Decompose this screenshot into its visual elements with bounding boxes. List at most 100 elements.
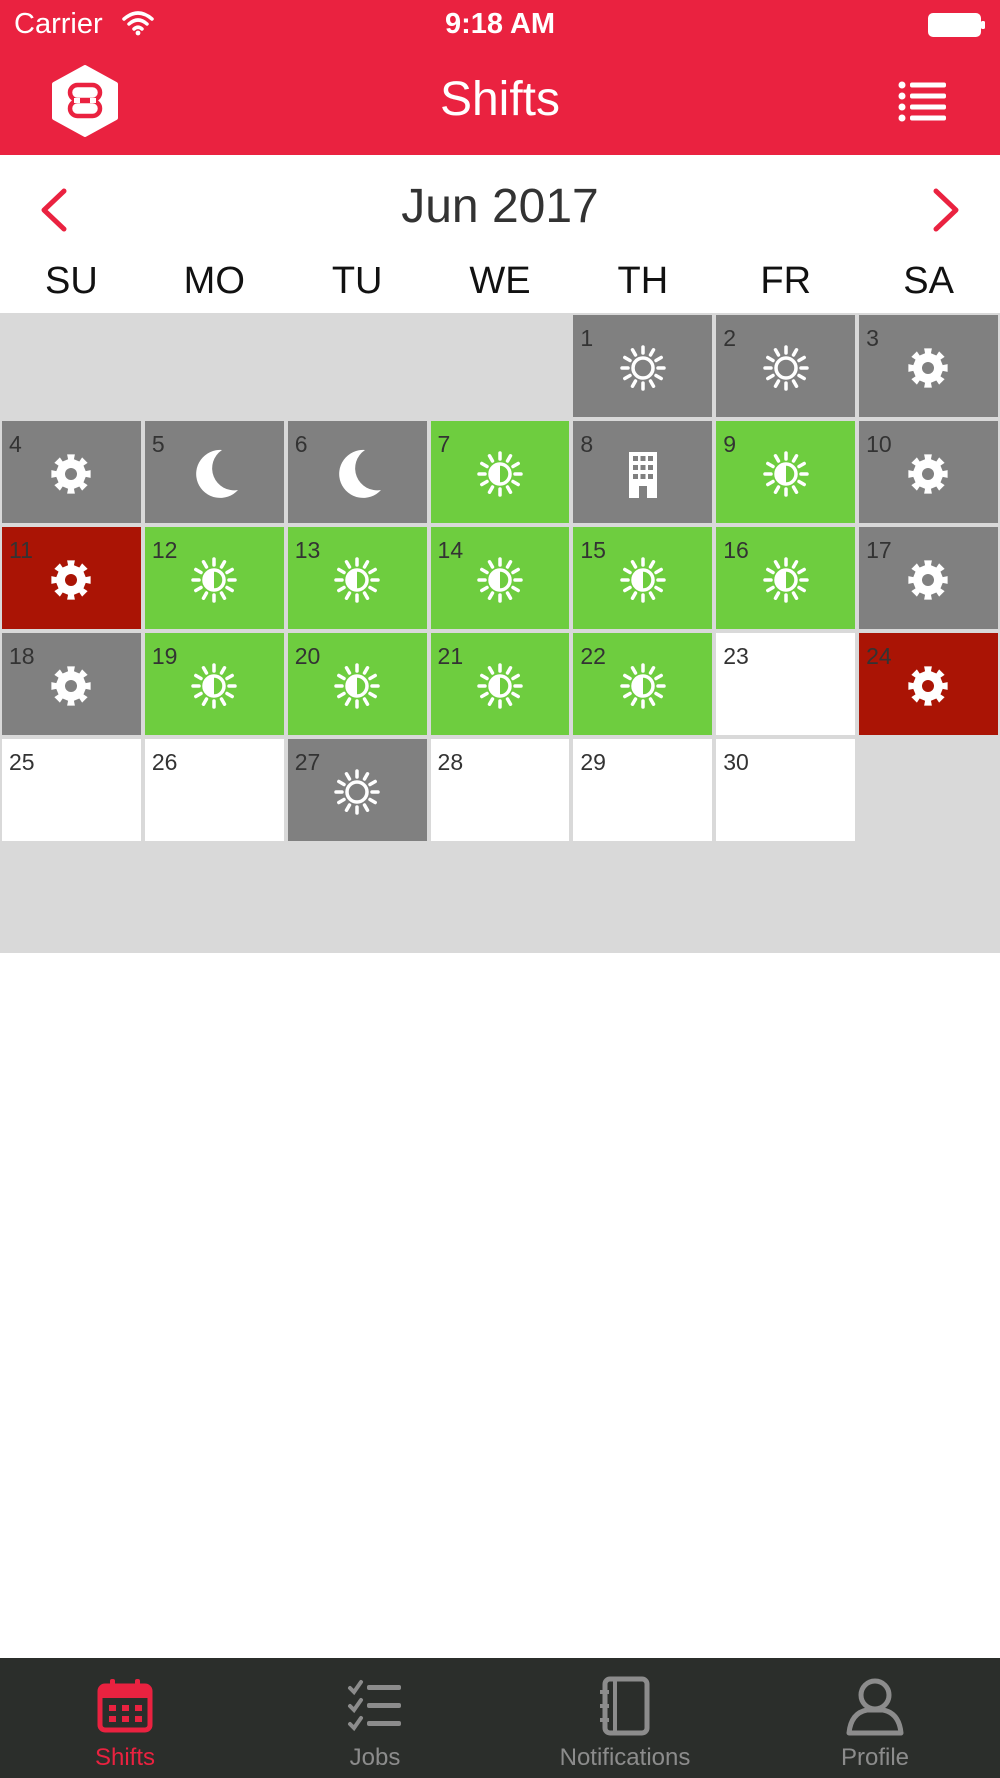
calendar-day-cell[interactable]: 4 [0,419,143,525]
calendar-day-cell[interactable]: 26 [142,737,286,843]
half-sun-icon [477,663,523,709]
sun-icon [334,769,380,815]
status-time: 9:18 AM [444,8,556,40]
day-number: 13 [294,537,321,563]
calendar-day-cell[interactable]: 27 [285,737,429,843]
calendar-day-cell[interactable]: 20 [285,631,429,737]
half-sun-icon [477,451,523,497]
day-number: 24 [866,643,892,669]
half-sun-icon [620,557,666,603]
calendar-day-cell[interactable]: 3 [857,313,1000,419]
day-number: 7 [437,431,451,457]
day-number: 20 [294,643,321,669]
weekday-label: SA [903,260,954,302]
half-sun-icon [334,557,380,603]
day-number: 8 [580,431,594,457]
calendar-day-cell[interactable]: 13 [285,525,429,631]
sun-icon [762,345,809,391]
weekday-label: FR [760,260,812,302]
half-sun-icon [477,557,523,603]
calendar-day-cell[interactable]: 11 [0,525,143,631]
day-number: 19 [151,643,178,669]
tab-jobs[interactable]: Jobs [250,1658,500,1778]
day-number: 1 [580,325,594,351]
calendar-grid: 1 2 3 4 5 6 7 8 9 10 11 12 13 14 15 16 17 18 19 20 21 22 23 24 2… [0,313,1000,843]
tab-profile[interactable]: Profile [750,1658,1000,1778]
calendar-day-cell[interactable]: 29 [571,737,715,843]
calendar-day-cell[interactable]: 10 [857,419,1000,525]
moon-icon [339,449,382,498]
half-sun-icon [334,663,380,709]
chevron-right-icon[interactable] [926,185,966,235]
day-number: 5 [151,431,165,457]
calendar-day-cell[interactable]: 9 [714,419,858,525]
day-number: 17 [866,537,892,563]
person-icon [846,1678,904,1736]
day-number: 18 [9,643,35,669]
day-number: 25 [9,749,35,775]
tab-label: Profile [840,1744,910,1771]
calendar-area: 1 2 3 4 5 6 7 8 9 10 11 12 13 14 15 16 17 18 19 20 21 22 23 24 2… [0,313,1000,953]
calendar-day-cell[interactable]: 21 [428,631,572,737]
calendar-day-cell[interactable]: 8 [571,419,715,525]
calendar-day-cell[interactable]: 19 [142,631,286,737]
calendar-day-cell[interactable]: 30 [714,737,858,843]
tab-label: Jobs [349,1744,401,1771]
gear-icon [51,666,92,706]
calendar-day-cell[interactable]: 24 [857,631,1000,737]
calendar-day-cell[interactable]: 2 [714,313,858,419]
tab-notifications[interactable]: Notifications [500,1658,750,1778]
month-header: Jun 2017 [0,155,1000,245]
day-number: 14 [437,537,464,563]
day-number: 9 [723,431,737,457]
calendar-day-cell[interactable]: 12 [142,525,286,631]
building-icon [628,452,657,499]
calendar-day-cell[interactable]: 25 [0,737,143,843]
weekday-label: TU [331,260,383,302]
list-menu-icon[interactable] [898,80,948,122]
day-number: 29 [580,749,606,775]
calendar-icon [97,1679,153,1733]
month-label: Jun 2017 [401,180,599,233]
calendar-day-cell[interactable]: 1 [571,313,715,419]
calendar-day-cell[interactable]: 6 [285,419,429,525]
day-number: 15 [580,537,606,563]
day-number: 2 [723,325,737,351]
tab-shifts[interactable]: Shifts [0,1658,250,1778]
calendar-day-cell[interactable]: 5 [142,419,286,525]
status-bar: Carrier 9:18 AM [0,0,1000,50]
tab-label: Shifts [94,1744,156,1771]
gear-icon [908,666,949,706]
day-number: 27 [294,749,321,775]
calendar-day-cell[interactable]: 15 [571,525,715,631]
calendar-empty-cell [0,313,143,419]
day-number: 16 [723,537,749,563]
battery-icon [928,13,985,37]
day-number: 12 [151,537,178,563]
tab-bar: Shifts Jobs Notifications Profile [0,1658,1000,1778]
weekday-header: SU MO TU WE TH FR SA [0,250,1000,310]
gear-icon [908,348,949,388]
half-sun-icon [191,557,238,603]
calendar-day-cell[interactable]: 18 [0,631,143,737]
calendar-day-cell[interactable]: 16 [714,525,858,631]
gear-icon [908,454,949,494]
calendar-day-cell[interactable]: 28 [428,737,572,843]
day-number: 4 [9,431,22,457]
calendar-day-cell[interactable]: 7 [428,419,572,525]
calendar-day-cell[interactable]: 14 [428,525,572,631]
checklist-icon [348,1680,401,1732]
moon-icon [196,449,239,498]
gear-icon [51,454,92,494]
calendar-day-cell[interactable]: 23 [714,631,858,737]
day-number: 10 [866,431,892,457]
calendar-empty-cell [285,313,429,419]
day-number: 26 [151,749,178,775]
calendar-day-cell[interactable]: 22 [571,631,715,737]
day-number: 21 [437,643,464,669]
day-number: 6 [294,431,308,457]
gear-icon [51,560,92,600]
day-number: 3 [866,325,879,351]
calendar-day-cell[interactable]: 17 [857,525,1000,631]
day-number: 11 [9,537,33,563]
